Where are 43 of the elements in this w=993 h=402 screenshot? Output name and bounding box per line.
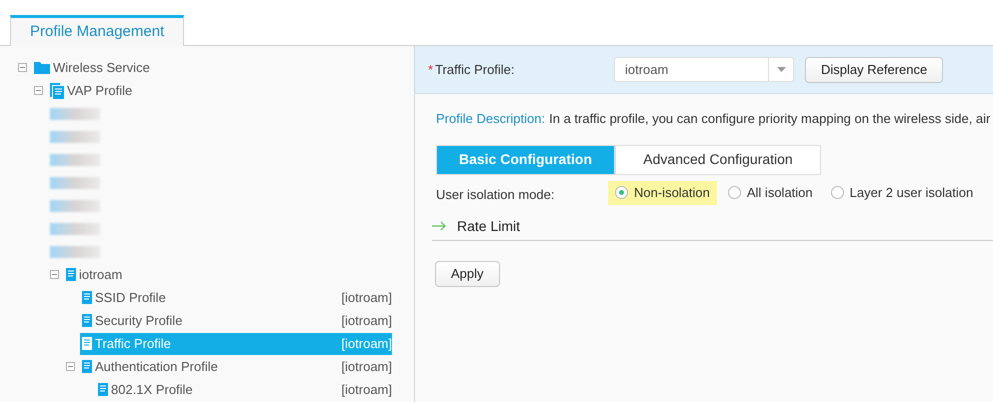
- display-reference-button[interactable]: Display Reference: [805, 56, 944, 82]
- radio-label: Layer 2 user isolation: [850, 184, 974, 202]
- blurred-tree-item: [50, 246, 100, 258]
- radio-label: Non-isolation: [634, 184, 710, 202]
- tree-item[interactable]: 802.1X Profile [iotroam]: [96, 378, 392, 400]
- rate-limit-section-header[interactable]: Rate Limit: [432, 212, 993, 240]
- field-label: Traffic Profile:: [435, 60, 515, 79]
- collapse-toggle[interactable]: [66, 362, 75, 371]
- description-text: In a traffic profile, you can configure priority mapping on the wireless side, air: [549, 110, 990, 128]
- radio-label: All isolation: [746, 184, 813, 202]
- config-tab[interactable]: Advanced Configuration: [615, 144, 821, 174]
- tree-item[interactable]: VAP Profile: [48, 80, 392, 102]
- radio-button[interactable]: [728, 186, 741, 199]
- tree-item[interactable]: Authentication Profile [iotroam]: [80, 356, 392, 378]
- collapse-toggle[interactable]: [34, 86, 43, 95]
- folder-icon: [34, 61, 50, 74]
- tree-item[interactable]: Security Profile [iotroam]: [80, 310, 392, 332]
- dropdown-caret-icon: [776, 67, 786, 72]
- blurred-tree-item: [50, 108, 100, 120]
- document-icon: [82, 337, 92, 350]
- field-label: User isolation mode:: [436, 186, 556, 204]
- blurred-tree-item: [50, 130, 100, 142]
- radio-button[interactable]: [830, 186, 844, 199]
- document-icon: [82, 314, 92, 327]
- collapse-toggle[interactable]: [50, 270, 59, 279]
- document-icon: [98, 383, 108, 396]
- tree-item[interactable]: Wireless Service: [32, 56, 392, 78]
- tree-item[interactable]: iotroam: [64, 264, 392, 286]
- documents-icon: [50, 82, 64, 98]
- collapse-toggle[interactable]: [18, 63, 27, 72]
- document-icon: [66, 268, 76, 281]
- tree-item[interactable]: SSID Profile [iotroam]: [80, 286, 392, 308]
- document-icon: [82, 360, 92, 373]
- required-mark: *: [428, 60, 434, 79]
- document-icon: [82, 291, 92, 304]
- blurred-tree-item: [50, 154, 100, 166]
- blurred-tree-item: [50, 200, 100, 212]
- apply-button[interactable]: Apply: [435, 260, 500, 286]
- radio-button[interactable]: [615, 186, 628, 199]
- blurred-tree-item: [50, 222, 100, 234]
- description-label: Profile Description:: [436, 110, 546, 128]
- profile-dropdown[interactable]: iotroam: [614, 57, 794, 82]
- blurred-tree-item: [50, 176, 100, 188]
